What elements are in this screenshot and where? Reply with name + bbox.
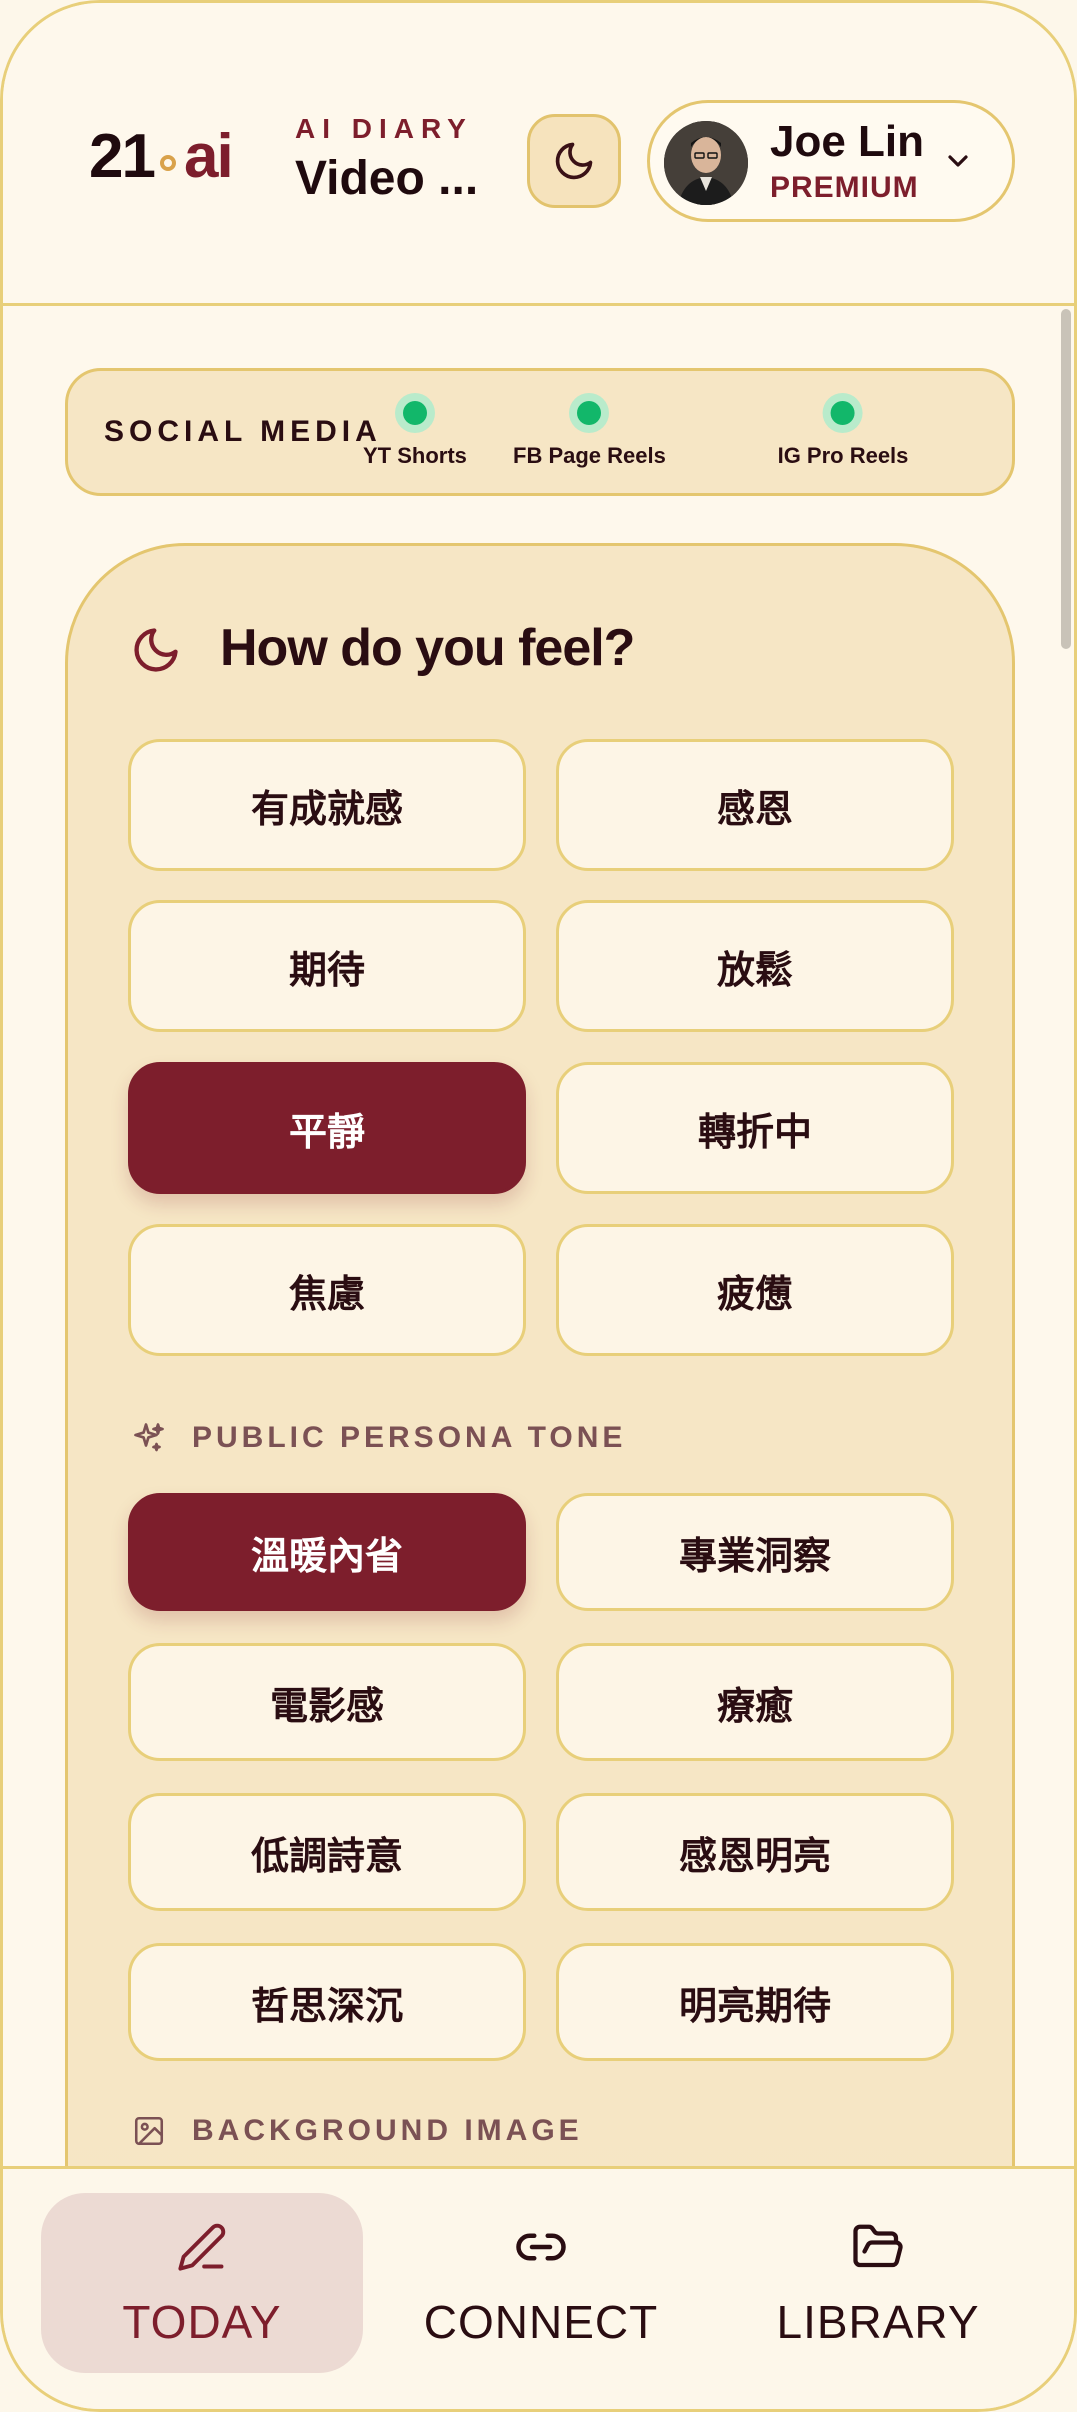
feel-option[interactable]: 放鬆 (556, 900, 954, 1032)
user-tier-badge: PREMIUM (770, 171, 919, 204)
platform-yt-shorts[interactable]: YT Shorts (363, 393, 467, 469)
feel-option[interactable]: 焦慮 (128, 1224, 526, 1356)
persona-option[interactable]: 感恩明亮 (556, 1793, 954, 1911)
feel-option[interactable]: 轉折中 (556, 1062, 954, 1194)
nav-connect[interactable]: CONNECT (380, 2193, 702, 2373)
logo-ai: ai (183, 122, 234, 191)
sparkles-icon (130, 1419, 168, 1457)
nav-label: TODAY (122, 2296, 282, 2348)
image-icon (130, 2112, 168, 2150)
mood-card: How do you feel? 有成就感 感恩 期待 放鬆 平靜 轉折中 焦慮… (65, 543, 1015, 2409)
moon-icon (134, 628, 178, 672)
user-menu-button[interactable]: Joe Lin PREMIUM (647, 100, 1015, 222)
user-name: Joe Lin (770, 117, 925, 166)
persona-option[interactable]: 低調詩意 (128, 1793, 526, 1911)
platform-name: IG Pro Reels (777, 443, 909, 468)
moon-icon (555, 142, 593, 180)
social-media-bar: SOCIAL MEDIA YT Shorts FB Page Reels IG … (65, 368, 1015, 496)
status-dot-icon (823, 393, 863, 433)
nav-label: CONNECT (423, 2296, 659, 2348)
platform-name: YT Shorts (363, 443, 467, 468)
feel-option[interactable]: 疲憊 (556, 1224, 954, 1356)
status-dot-icon (394, 393, 435, 433)
nav-label: LIBRARY (776, 2296, 980, 2348)
background-image-text: BACKGROUND IMAGE (192, 2114, 583, 2147)
theme-toggle-button[interactable] (527, 114, 621, 208)
persona-tone-text: PUBLIC PERSONA TONE (192, 1421, 627, 1454)
persona-option[interactable]: 電影感 (128, 1643, 526, 1761)
app-kicker: AI DIARY (295, 113, 473, 144)
feel-option[interactable]: 感恩 (556, 739, 954, 871)
folder-icon (851, 2217, 905, 2277)
avatar (664, 121, 748, 205)
feel-option[interactable]: 期待 (128, 900, 526, 1032)
logo-number: 21 (89, 122, 156, 191)
bottom-navigation: TODAY CONNECT LIBRARY (3, 2166, 1074, 2409)
app-header: 21 ai AI DIARY Video ... Joe Lin PREMIUM (3, 3, 1074, 306)
platform-ig-pro-reels[interactable]: IG Pro Reels (777, 393, 909, 469)
persona-option[interactable]: 明亮期待 (556, 1943, 954, 2061)
platform-name: FB Page Reels (513, 443, 666, 468)
persona-option-selected[interactable]: 溫暖內省 (128, 1493, 526, 1611)
persona-option[interactable]: 專業洞察 (556, 1493, 954, 1611)
logo-dot (159, 155, 176, 171)
platform-fb-page-reels[interactable]: FB Page Reels (513, 393, 666, 469)
status-dot-icon (569, 393, 610, 433)
nav-today[interactable]: TODAY (41, 2193, 363, 2373)
persona-option[interactable]: 療癒 (556, 1643, 954, 1761)
persona-option[interactable]: 哲思深沉 (128, 1943, 526, 2061)
feel-title: How do you feel? (220, 619, 635, 677)
nav-library[interactable]: LIBRARY (717, 2193, 1039, 2373)
chevron-down-icon (948, 155, 968, 167)
link-icon (514, 2217, 568, 2277)
feel-option[interactable]: 有成就感 (128, 739, 526, 871)
feel-option-selected[interactable]: 平靜 (128, 1062, 526, 1194)
page-title: Video ... (295, 152, 479, 205)
app-screen: 21 ai AI DIARY Video ... Joe Lin PREMIUM… (0, 0, 1077, 2412)
persona-tone-label: PUBLIC PERSONA TONE (130, 1419, 626, 1457)
background-image-label: BACKGROUND IMAGE (130, 2112, 583, 2150)
scrollbar[interactable] (1061, 309, 1071, 649)
pencil-icon (176, 2217, 228, 2277)
social-media-label: SOCIAL MEDIA (104, 415, 382, 448)
logo[interactable]: 21 ai (89, 121, 234, 192)
